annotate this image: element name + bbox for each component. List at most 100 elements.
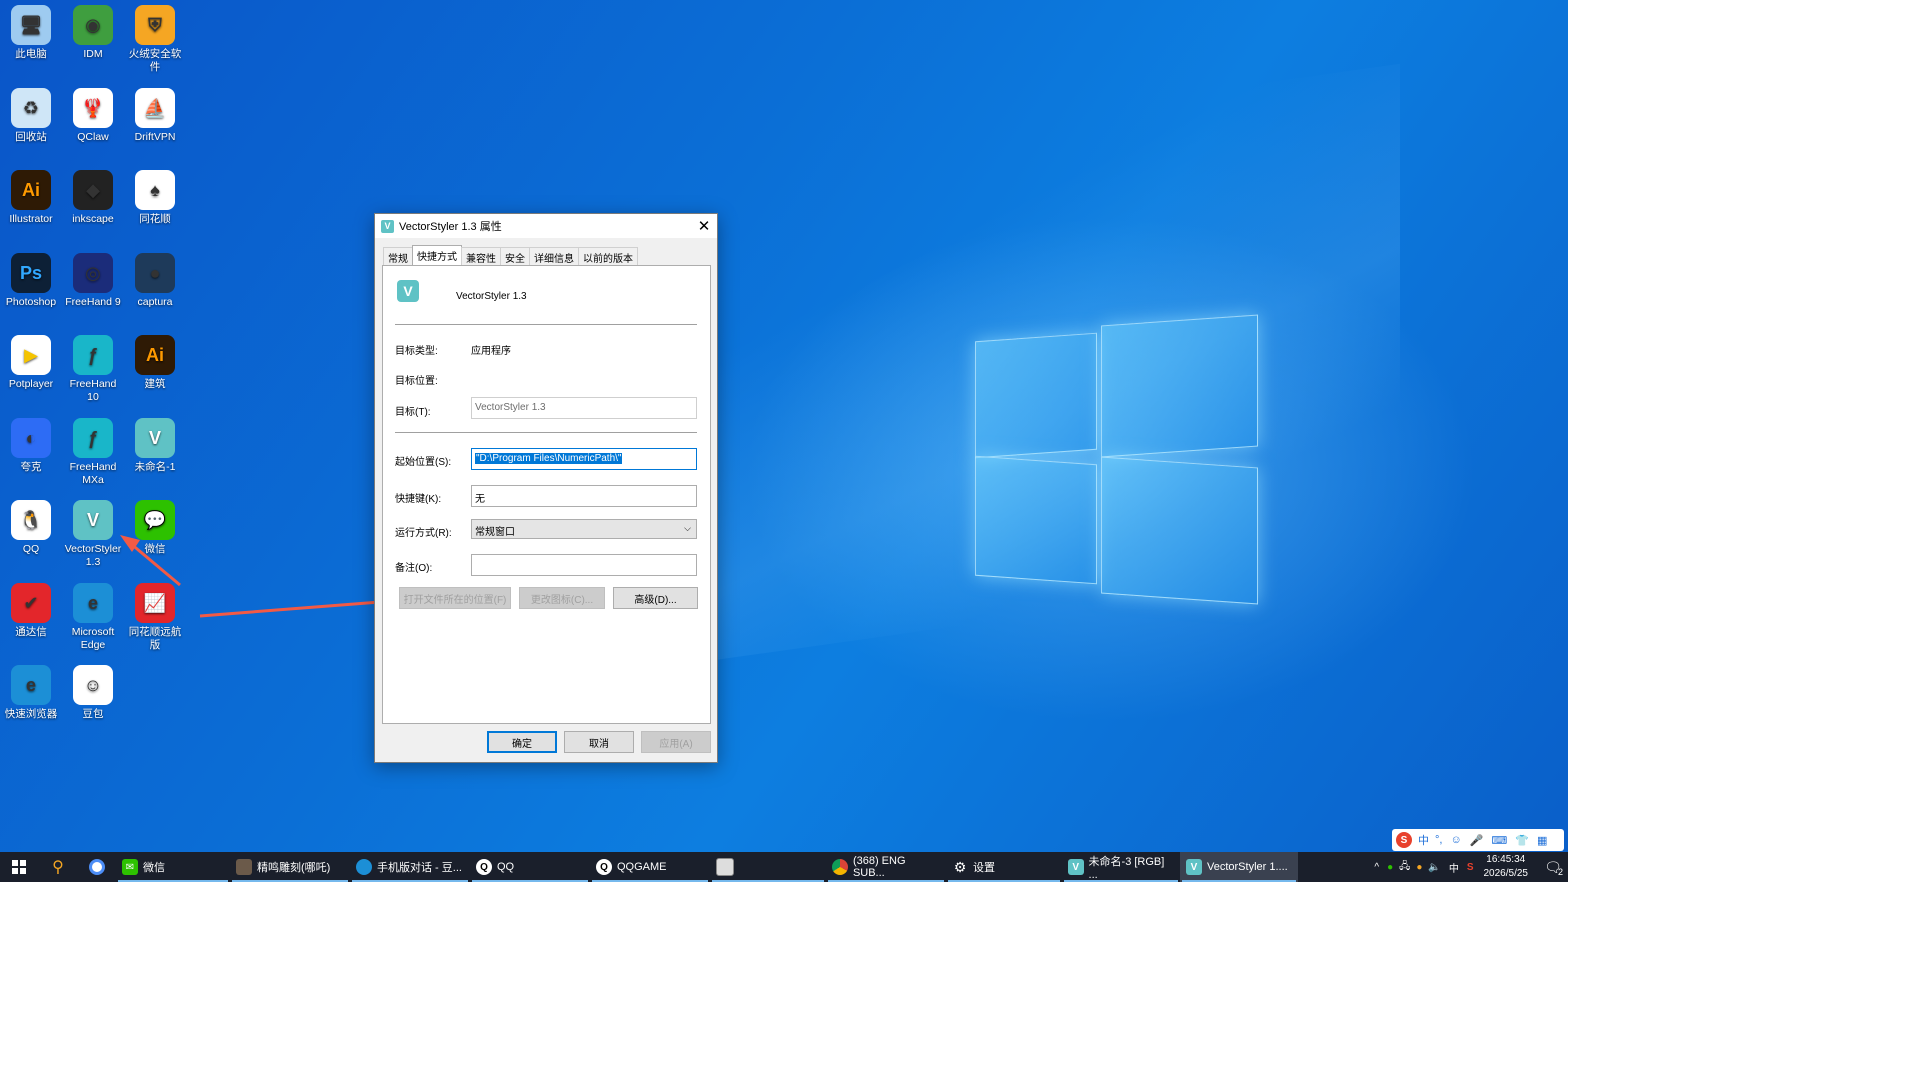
desktop-icon[interactable]: 💬 微信 — [125, 500, 185, 556]
taskbar-item-wechat[interactable]: ✉ 微信 — [116, 852, 230, 882]
desktop-icon[interactable]: e Microsoft Edge — [63, 583, 123, 652]
tab-security[interactable]: 安全 — [500, 247, 530, 265]
target-label: 目标(T): — [395, 407, 431, 418]
run-mode-value: 常规窗口 — [475, 527, 515, 538]
taskbar-item-label: 设置 — [973, 862, 995, 874]
emoji-icon[interactable]: ☺ — [1450, 834, 1461, 846]
target-field[interactable]: VectorStyler 1.3 — [471, 397, 697, 419]
dialog-titlebar[interactable]: V VectorStyler 1.3 属性 ✕ — [375, 214, 717, 238]
ok-button[interactable]: 确定 — [487, 731, 557, 753]
vectorstyler-icon: V — [135, 418, 175, 458]
ime-lang[interactable]: 中 — [1418, 832, 1429, 848]
cortana-button[interactable] — [78, 852, 116, 882]
sogou-icon[interactable]: S — [1396, 832, 1412, 848]
desktop-icon[interactable]: ⛵ DriftVPN — [125, 88, 185, 144]
desktop-icon[interactable]: ▶ Potplayer — [1, 335, 61, 391]
desktop-icon-label: 夸克 — [20, 461, 42, 473]
taskbar-item-qq[interactable]: Q QQ — [470, 852, 590, 882]
desktop-icon[interactable]: ◐ 夸克 — [1, 418, 61, 474]
desktop-icon-label: 豆包 — [82, 708, 104, 720]
target-location-label: 目标位置: — [395, 376, 438, 387]
sogou-tray-icon[interactable]: S — [1467, 862, 1474, 873]
desktop-icon[interactable]: ◆ inkscape — [63, 170, 123, 226]
comment-field[interactable] — [471, 554, 697, 576]
desktop-icon[interactable]: ⛨ 火绒安全软件 — [125, 5, 185, 74]
microphone-icon[interactable]: 🎤 — [1470, 834, 1484, 847]
tab-previous-versions[interactable]: 以前的版本 — [578, 247, 638, 265]
desktop-icon-label: Potplayer — [8, 378, 54, 390]
desktop-icon[interactable]: ◉ IDM — [63, 5, 123, 61]
desktop-icon[interactable]: ✔ 通达信 — [1, 583, 61, 639]
desktop-icon-label: 火绒安全软件 — [128, 48, 182, 73]
tray-ime-lang[interactable]: 中 — [1449, 860, 1459, 875]
desktop-icon[interactable]: ◎ FreeHand 9 — [63, 253, 123, 309]
taskbar-item-vectorstyler-doc[interactable]: V 未命名-3 [RGB] ... — [1062, 852, 1180, 882]
run-label: 运行方式(R): — [395, 528, 452, 539]
ime-punct[interactable]: °, — [1435, 834, 1442, 846]
taskbar-item-engraving[interactable]: 精鸣雕刻(哪吒) — [230, 852, 350, 882]
start-in-field[interactable]: "D:\Program Files\NumericPath\" — [471, 448, 697, 470]
freehandmx-icon: ƒ — [73, 418, 113, 458]
search-button[interactable]: ⚲ — [38, 852, 78, 882]
freehand9-icon: ◎ — [73, 253, 113, 293]
tab-shortcut[interactable]: 快捷方式 — [412, 245, 462, 265]
shortcut-key-field[interactable]: 无 — [471, 485, 697, 507]
taskbar-item-qqgame[interactable]: Q QQGAME — [590, 852, 710, 882]
desktop-icon[interactable]: ♠ 同花顺 — [125, 170, 185, 226]
tab-details[interactable]: 详细信息 — [529, 247, 579, 265]
taskbar-item-settings[interactable]: ⚙ 设置 — [946, 852, 1062, 882]
volume-icon[interactable]: 🔈 — [1428, 862, 1440, 873]
properties-dialog: V VectorStyler 1.3 属性 ✕ 常规 快捷方式 兼容性 安全 详… — [374, 213, 718, 763]
notification-button[interactable]: 🗨 2 — [1538, 859, 1568, 877]
quark-icon: ◐ — [11, 418, 51, 458]
open-file-location-button[interactable]: 打开文件所在的位置(F) — [399, 587, 511, 609]
taskbar-item-window[interactable] — [710, 852, 826, 882]
desktop-icon[interactable]: 🐧 QQ — [1, 500, 61, 556]
taskbar-item-vectorstyler[interactable]: V VectorStyler 1.... — [1180, 852, 1298, 882]
desktop-icon[interactable]: Ps Photoshop — [1, 253, 61, 309]
desktop-icon[interactable]: 🖥 此电脑 — [1, 5, 61, 61]
tonghuashun-yuanhang-icon: 📈 — [135, 583, 175, 623]
taskbar-item-edge[interactable]: 手机版对话 - 豆... — [350, 852, 470, 882]
desktop-icon[interactable]: ♻ 回收站 — [1, 88, 61, 144]
shortcut-key-label: 快捷键(K): — [395, 494, 442, 505]
desktop-icon[interactable]: ● captura — [125, 253, 185, 309]
keyboard-icon[interactable]: ⌨ — [1491, 834, 1507, 847]
close-button[interactable]: ✕ — [691, 217, 717, 235]
desktop-icon[interactable]: V VectorStyler 1.3 — [63, 500, 123, 569]
start-in-label: 起始位置(S): — [395, 457, 452, 468]
taskbar-item-chrome[interactable]: (368) ENG SUB... — [826, 852, 946, 882]
search-icon: ⚲ — [52, 859, 64, 876]
recycle-bin-icon: ♻ — [11, 88, 51, 128]
grid-menu-icon[interactable]: ▦ — [1537, 834, 1547, 847]
network-icon[interactable]: 🖧 — [1399, 859, 1410, 876]
change-icon-button[interactable]: 更改图标(C)... — [519, 587, 605, 609]
desktop-icon[interactable]: e 快速浏览器 — [1, 665, 61, 721]
app-tray-icon[interactable]: ● — [1416, 862, 1422, 873]
desktop-icon[interactable]: V 未命名-1 — [125, 418, 185, 474]
apply-button[interactable]: 应用(A) — [641, 731, 711, 753]
computer-icon: 🖥 — [11, 5, 51, 45]
wechat-tray-icon[interactable]: ● — [1387, 862, 1393, 873]
desktop-icon[interactable]: Ai Illustrator — [1, 170, 61, 226]
start-button[interactable] — [0, 852, 38, 882]
desktop-icon[interactable]: ƒ FreeHand 10 — [63, 335, 123, 404]
photoshop-icon: Ps — [11, 253, 51, 293]
skin-icon[interactable]: 👕 — [1515, 834, 1529, 847]
desktop-icon-label: 微信 — [144, 543, 166, 555]
ime-toolbar[interactable]: S 中 °, ☺ 🎤 ⌨ 👕 ▦ — [1392, 829, 1564, 851]
cancel-button[interactable]: 取消 — [564, 731, 634, 753]
tab-compatibility[interactable]: 兼容性 — [461, 247, 501, 265]
chevron-up-icon[interactable]: ^ — [1374, 862, 1379, 873]
clock[interactable]: 16:45:34 2026/5/25 — [1484, 853, 1529, 881]
desktop-icon[interactable]: ☺ 豆包 — [63, 665, 123, 721]
advanced-button[interactable]: 高级(D)... — [613, 587, 698, 609]
tonghuashun-icon: ♠ — [135, 170, 175, 210]
desktop-icon-label: 同花顺远航版 — [128, 626, 182, 651]
desktop-icon[interactable]: Ai 建筑 — [125, 335, 185, 391]
desktop-icon[interactable]: ƒ FreeHand MXa — [63, 418, 123, 487]
run-mode-select[interactable]: 常规窗口 ⌵ — [471, 519, 697, 539]
tab-general[interactable]: 常规 — [383, 247, 413, 265]
desktop-icon[interactable]: 🦞 QClaw — [63, 88, 123, 144]
desktop-icon[interactable]: 📈 同花顺远航版 — [125, 583, 185, 652]
